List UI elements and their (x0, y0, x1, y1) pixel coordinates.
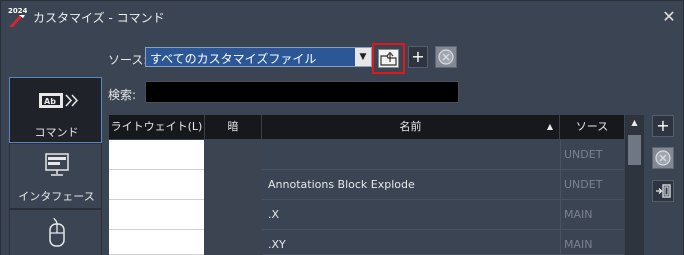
column-header-source[interactable]: ソース (560, 115, 624, 139)
add-command-button[interactable]: + (652, 115, 674, 137)
lightweight-cell[interactable] (109, 200, 204, 230)
source-label: ソース: (108, 53, 148, 67)
name-cell: Annotations Block Explode (262, 170, 560, 200)
ab-command-icon: Ab (39, 93, 79, 108)
category-command[interactable]: Ab コマンド (9, 77, 102, 143)
customize-dialog: 2024 カスタマイズ - コマンド ✕ ソース: すべてのカスタマイズファイル… (0, 0, 684, 255)
table-row[interactable]: Annotations Block Explode UNDET (109, 170, 624, 200)
scroll-up-icon[interactable]: ▲ (625, 115, 644, 131)
dialog-body: ソース: すべてのカスタマイズファイル ▼ + 検索: Ab コマンド インタフ… (1, 33, 683, 255)
lightweight-cell[interactable] (109, 230, 204, 255)
name-cell: .XY (262, 230, 560, 255)
dark-cell[interactable] (206, 170, 262, 200)
move-command-button[interactable] (652, 180, 674, 202)
table-row[interactable]: .XY MAIN (109, 230, 624, 255)
search-label: 検索: (108, 88, 137, 102)
sort-ascending-icon: ▲ (546, 122, 553, 131)
svg-text:Ab: Ab (44, 97, 56, 106)
lightweight-cell[interactable] (109, 140, 204, 170)
window-title: カスタマイズ - コマンド (33, 11, 165, 25)
column-header-name[interactable]: 名前 ▲ (262, 115, 560, 139)
table-header: ライトウェイト(L) 暗 名前 ▲ ソース (109, 115, 624, 139)
dark-cell[interactable] (206, 230, 262, 255)
scrollbar-thumb[interactable] (628, 135, 641, 165)
lightweight-cell[interactable] (109, 170, 204, 200)
table-row[interactable]: .X MAIN (109, 200, 624, 230)
close-icon: ✕ (662, 7, 676, 26)
import-customization-button[interactable] (372, 43, 405, 74)
name-cell (262, 140, 560, 170)
plus-icon: + (411, 47, 425, 66)
remove-circle-icon (438, 49, 454, 65)
source-cell: UNDET (560, 140, 624, 170)
column-header-label: 名前 (399, 120, 422, 133)
source-cell: UNDET (560, 170, 624, 200)
name-cell: .X (262, 200, 560, 230)
close-button[interactable]: ✕ (659, 7, 679, 27)
folder-export-icon (378, 49, 399, 68)
source-cell: MAIN (560, 230, 624, 255)
mouse-icon (49, 218, 65, 247)
category-interface[interactable]: インタフェース (9, 143, 102, 209)
category-mouse[interactable] (9, 209, 102, 255)
remove-command-button[interactable] (652, 147, 674, 169)
commands-table: ライトウェイト(L) 暗 名前 ▲ ソース UNDET Annotations … (109, 115, 624, 255)
remove-circle-icon (655, 150, 671, 166)
category-label: インタフェース (18, 190, 95, 203)
svg-text:2024: 2024 (8, 7, 27, 15)
chevron-down-icon[interactable]: ▼ (355, 48, 371, 66)
source-cell: MAIN (560, 200, 624, 230)
remove-source-button[interactable] (435, 46, 457, 68)
category-panel: Ab コマンド インタフェース (9, 77, 102, 255)
dark-cell[interactable] (206, 140, 262, 170)
dark-cell[interactable] (206, 200, 262, 230)
search-input[interactable] (145, 81, 459, 103)
source-dropdown[interactable]: すべてのカスタマイズファイル ▼ (145, 47, 372, 67)
table-row[interactable]: UNDET (109, 140, 624, 170)
category-label: コマンド (34, 126, 79, 139)
plus-icon: + (656, 116, 670, 135)
source-selected-value: すべてのカスタマイズファイル (150, 52, 317, 66)
title-bar: 2024 カスタマイズ - コマンド ✕ (1, 1, 683, 33)
app-logo-icon: 2024 (8, 7, 27, 27)
column-header-dark[interactable]: 暗 (205, 115, 262, 139)
move-to-panel-icon (656, 184, 671, 198)
column-header-lightweight[interactable]: ライトウェイト(L) (109, 115, 205, 139)
monitor-icon (45, 153, 69, 176)
add-source-button[interactable]: + (408, 46, 428, 68)
table-scrollbar[interactable]: ▲ (625, 115, 644, 255)
